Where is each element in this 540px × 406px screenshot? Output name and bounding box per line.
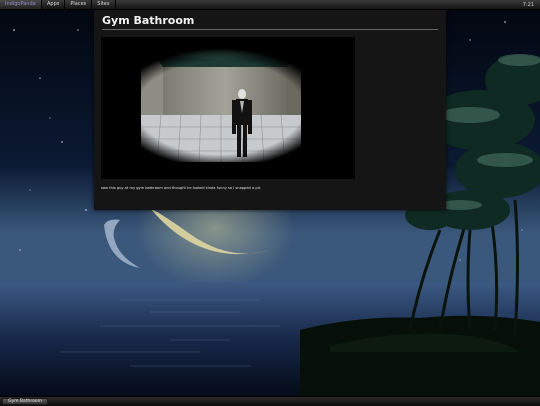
panel-menu-indigopanda[interactable]: IndigoPanda: [0, 0, 42, 9]
top-panel: IndigoPanda Apps Places Sites 7:21: [0, 0, 540, 10]
panel-menu-sites[interactable]: Sites: [92, 0, 116, 9]
photo-window[interactable]: Gym Bathroom saw this guy at my gym bath…: [94, 10, 446, 210]
bathroom-photo: [101, 37, 355, 179]
window-title: Gym Bathroom: [102, 14, 195, 27]
taskbar-item-gym-bathroom[interactable]: Gym Bathroom: [2, 398, 48, 405]
panel-menu-apps[interactable]: Apps: [42, 0, 66, 9]
title-divider: [102, 29, 438, 30]
photo-caption: saw this guy at my gym bathroom and thou…: [101, 186, 261, 190]
panel-menu-places[interactable]: Places: [65, 0, 93, 9]
panel-clock[interactable]: 7:21: [517, 2, 540, 8]
